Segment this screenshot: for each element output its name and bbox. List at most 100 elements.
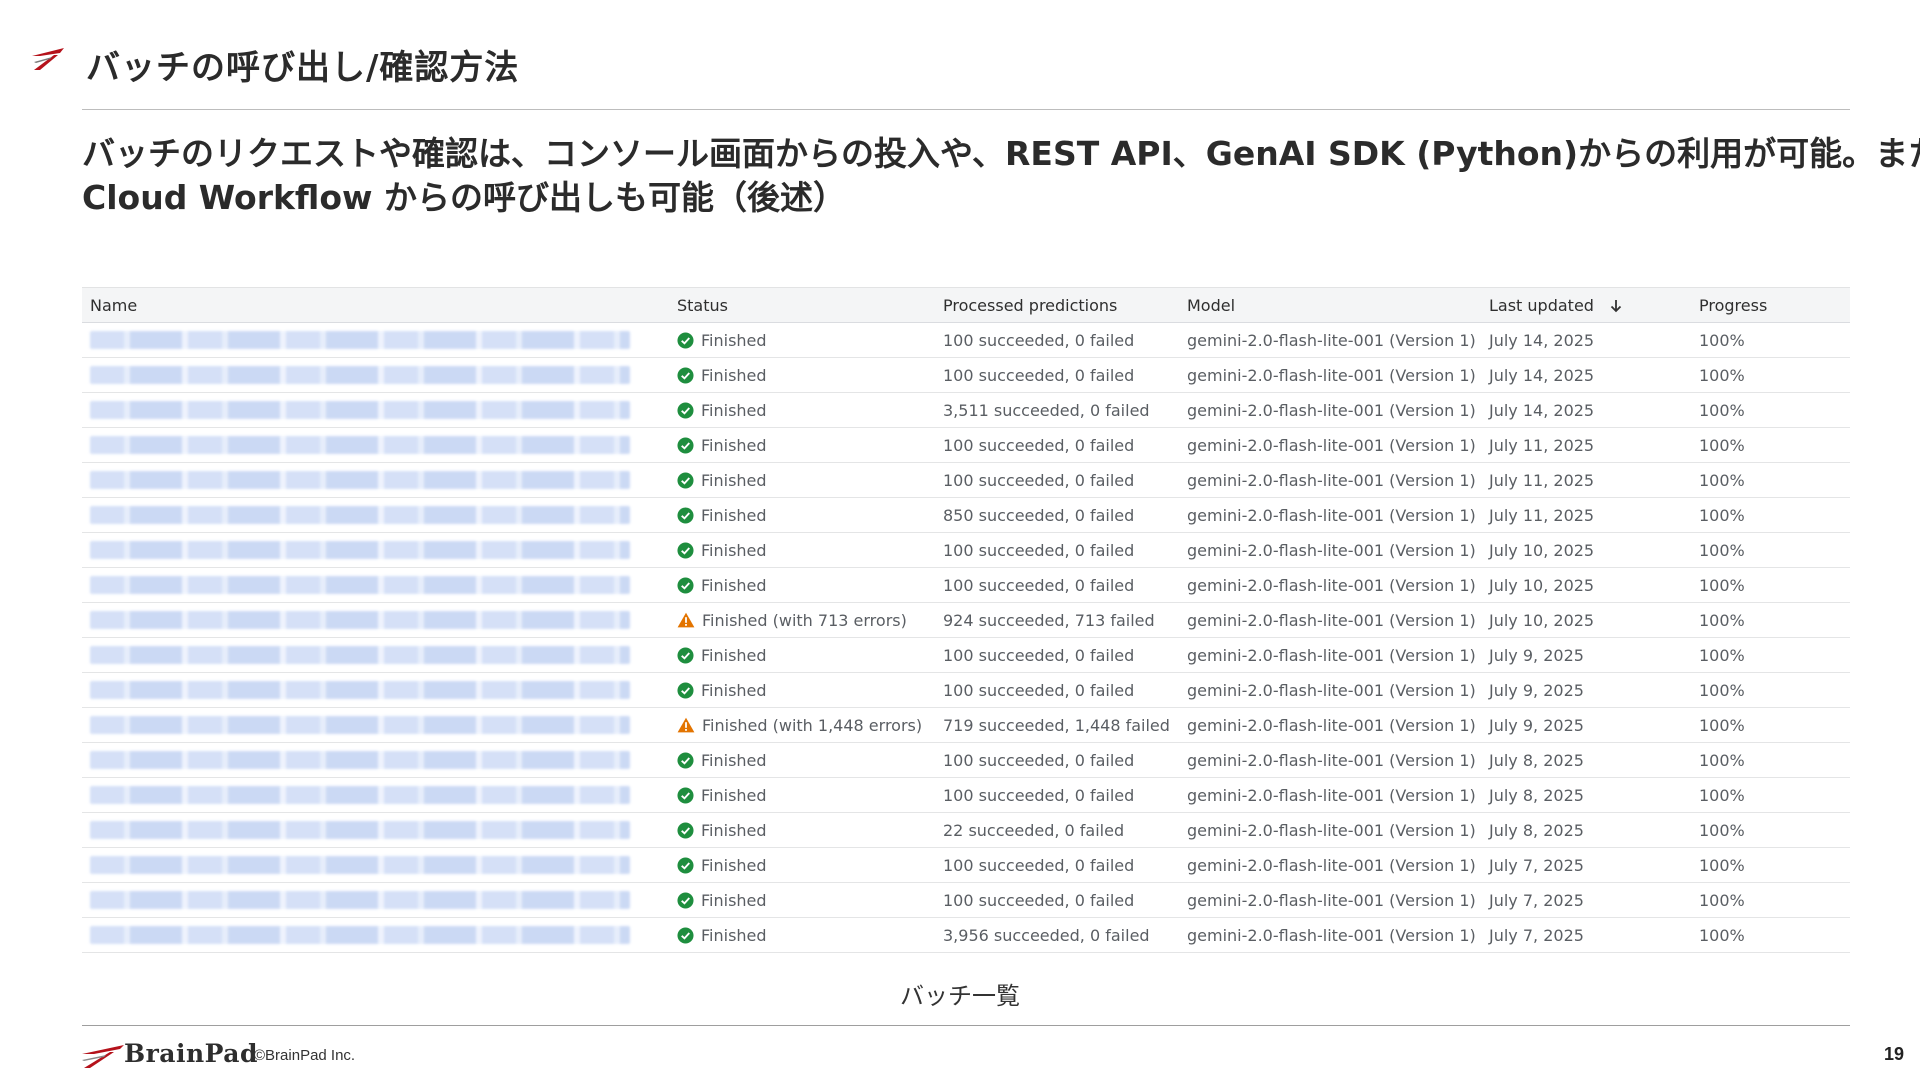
check-circle-icon (677, 471, 694, 489)
last-updated-cell: July 14, 2025 (1481, 322, 1691, 358)
last-updated-cell: July 7, 2025 (1481, 847, 1691, 883)
table-row[interactable]: Finished 100 succeeded, 0 failed gemini-2.… (82, 777, 1850, 813)
progress-text: 100% (1699, 400, 1745, 420)
status-cell: Finished (669, 847, 935, 883)
status-cell: Finished (669, 742, 935, 778)
batch-name-cell[interactable] (82, 602, 669, 638)
processed-cell: 100 succeeded, 0 failed (935, 742, 1179, 778)
batch-name-cell[interactable] (82, 497, 669, 533)
last-updated-cell: July 9, 2025 (1481, 637, 1691, 673)
column-header-status[interactable]: Status (669, 287, 935, 323)
status-text: Finished (701, 645, 767, 665)
progress-cell: 100% (1691, 322, 1850, 358)
last-updated-cell: July 11, 2025 (1481, 427, 1691, 463)
batch-name-cell[interactable] (82, 427, 669, 463)
status-cell: Finished (669, 532, 935, 568)
batch-name-cell[interactable] (82, 742, 669, 778)
batch-list-table: Name Status Processed predictions Model … (82, 287, 1850, 953)
warning-triangle-icon (677, 612, 695, 628)
check-circle-icon (677, 786, 694, 804)
batch-name-cell[interactable] (82, 462, 669, 498)
progress-text: 100% (1699, 855, 1745, 875)
model-cell: gemini-2.0-flash-lite-001 (Version 1) (1179, 742, 1481, 778)
column-header-name[interactable]: Name (82, 287, 669, 323)
table-row[interactable]: Finished (with 713 errors) 924 succeeded,… (82, 602, 1850, 638)
batch-name-cell[interactable] (82, 847, 669, 883)
copyright: ©BrainPad Inc. (254, 1047, 356, 1064)
check-circle-icon (677, 331, 694, 349)
last-updated-cell: July 14, 2025 (1481, 392, 1691, 428)
redacted-name (90, 786, 630, 804)
redacted-name (90, 436, 630, 454)
status-cell: Finished (669, 322, 935, 358)
table-row[interactable]: Finished 100 succeeded, 0 failed gemini-2.… (82, 742, 1850, 778)
table-row[interactable]: Finished 100 succeeded, 0 failed gemini-2.… (82, 672, 1850, 708)
last-updated-cell: July 10, 2025 (1481, 602, 1691, 638)
arrow-down-icon[interactable] (1609, 299, 1623, 313)
status-text: Finished (701, 680, 767, 700)
status-cell: Finished (669, 882, 935, 918)
status-cell: Finished (669, 812, 935, 848)
batch-name-cell[interactable] (82, 672, 669, 708)
table-row[interactable]: Finished 100 succeeded, 0 failed gemini-2.… (82, 322, 1850, 358)
status-text: Finished (701, 505, 767, 525)
model-cell: gemini-2.0-flash-lite-001 (Version 1) (1179, 882, 1481, 918)
slide-title: バッチの呼び出し/確認方法 (86, 48, 520, 88)
processed-cell: 100 succeeded, 0 failed (935, 357, 1179, 393)
status-cell: Finished (with 1,448 errors) (669, 707, 935, 743)
last-updated-cell: July 10, 2025 (1481, 532, 1691, 568)
column-header-processed[interactable]: Processed predictions (935, 287, 1179, 323)
column-header-model[interactable]: Model (1179, 287, 1481, 323)
last-updated-cell: July 11, 2025 (1481, 497, 1691, 533)
check-circle-icon (677, 366, 694, 384)
table-row[interactable]: Finished 100 succeeded, 0 failed gemini-2.… (82, 847, 1850, 883)
table-row[interactable]: Finished 100 succeeded, 0 failed gemini-2.… (82, 427, 1850, 463)
column-header-last-updated[interactable]: Last updated (1481, 287, 1691, 323)
batch-name-cell[interactable] (82, 532, 669, 568)
progress-cell: 100% (1691, 882, 1850, 918)
batch-name-cell[interactable] (82, 637, 669, 673)
progress-cell: 100% (1691, 707, 1850, 743)
progress-text: 100% (1699, 505, 1745, 525)
table-row[interactable]: Finished 850 succeeded, 0 failed gemini-2.… (82, 497, 1850, 533)
status-text: Finished (701, 820, 767, 840)
batch-name-cell[interactable] (82, 357, 669, 393)
redacted-name (90, 541, 630, 559)
redacted-name (90, 716, 630, 734)
batch-name-cell[interactable] (82, 707, 669, 743)
status-text: Finished (701, 400, 767, 420)
batch-name-cell[interactable] (82, 322, 669, 358)
table-row[interactable]: Finished 100 succeeded, 0 failed gemini-2.… (82, 357, 1850, 393)
model-cell: gemini-2.0-flash-lite-001 (Version 1) (1179, 847, 1481, 883)
progress-text: 100% (1699, 575, 1745, 595)
batch-name-cell[interactable] (82, 917, 669, 953)
batch-name-cell[interactable] (82, 777, 669, 813)
processed-cell: 924 succeeded, 713 failed (935, 602, 1179, 638)
progress-cell: 100% (1691, 847, 1850, 883)
check-circle-icon (677, 401, 694, 419)
redacted-name (90, 926, 630, 944)
batch-name-cell[interactable] (82, 882, 669, 918)
table-row[interactable]: Finished 22 succeeded, 0 failed gemini-2.0… (82, 812, 1850, 848)
table-row[interactable]: Finished (with 1,448 errors) 719 succeede… (82, 707, 1850, 743)
progress-text: 100% (1699, 715, 1745, 735)
brand-slash-icon (32, 48, 64, 70)
table-row[interactable]: Finished 3,956 succeeded, 0 failed gemini-… (82, 917, 1850, 953)
table-row[interactable]: Finished 100 succeeded, 0 failed gemini-2.… (82, 567, 1850, 603)
batch-name-cell[interactable] (82, 812, 669, 848)
brand-name: BrainPad (124, 1039, 258, 1068)
status-cell: Finished (669, 917, 935, 953)
column-header-progress[interactable]: Progress (1691, 287, 1850, 323)
processed-cell: 100 succeeded, 0 failed (935, 882, 1179, 918)
batch-name-cell[interactable] (82, 567, 669, 603)
model-cell: gemini-2.0-flash-lite-001 (Version 1) (1179, 462, 1481, 498)
table-row[interactable]: Finished 100 succeeded, 0 failed gemini-2.… (82, 882, 1850, 918)
progress-text: 100% (1699, 540, 1745, 560)
table-row[interactable]: Finished 100 succeeded, 0 failed gemini-2.… (82, 637, 1850, 673)
table-row[interactable]: Finished 100 succeeded, 0 failed gemini-2.… (82, 532, 1850, 568)
table-row[interactable]: Finished 3,511 succeeded, 0 failed gemini-… (82, 392, 1850, 428)
model-cell: gemini-2.0-flash-lite-001 (Version 1) (1179, 707, 1481, 743)
table-row[interactable]: Finished 100 succeeded, 0 failed gemini-2.… (82, 462, 1850, 498)
status-text: Finished (701, 750, 767, 770)
batch-name-cell[interactable] (82, 392, 669, 428)
